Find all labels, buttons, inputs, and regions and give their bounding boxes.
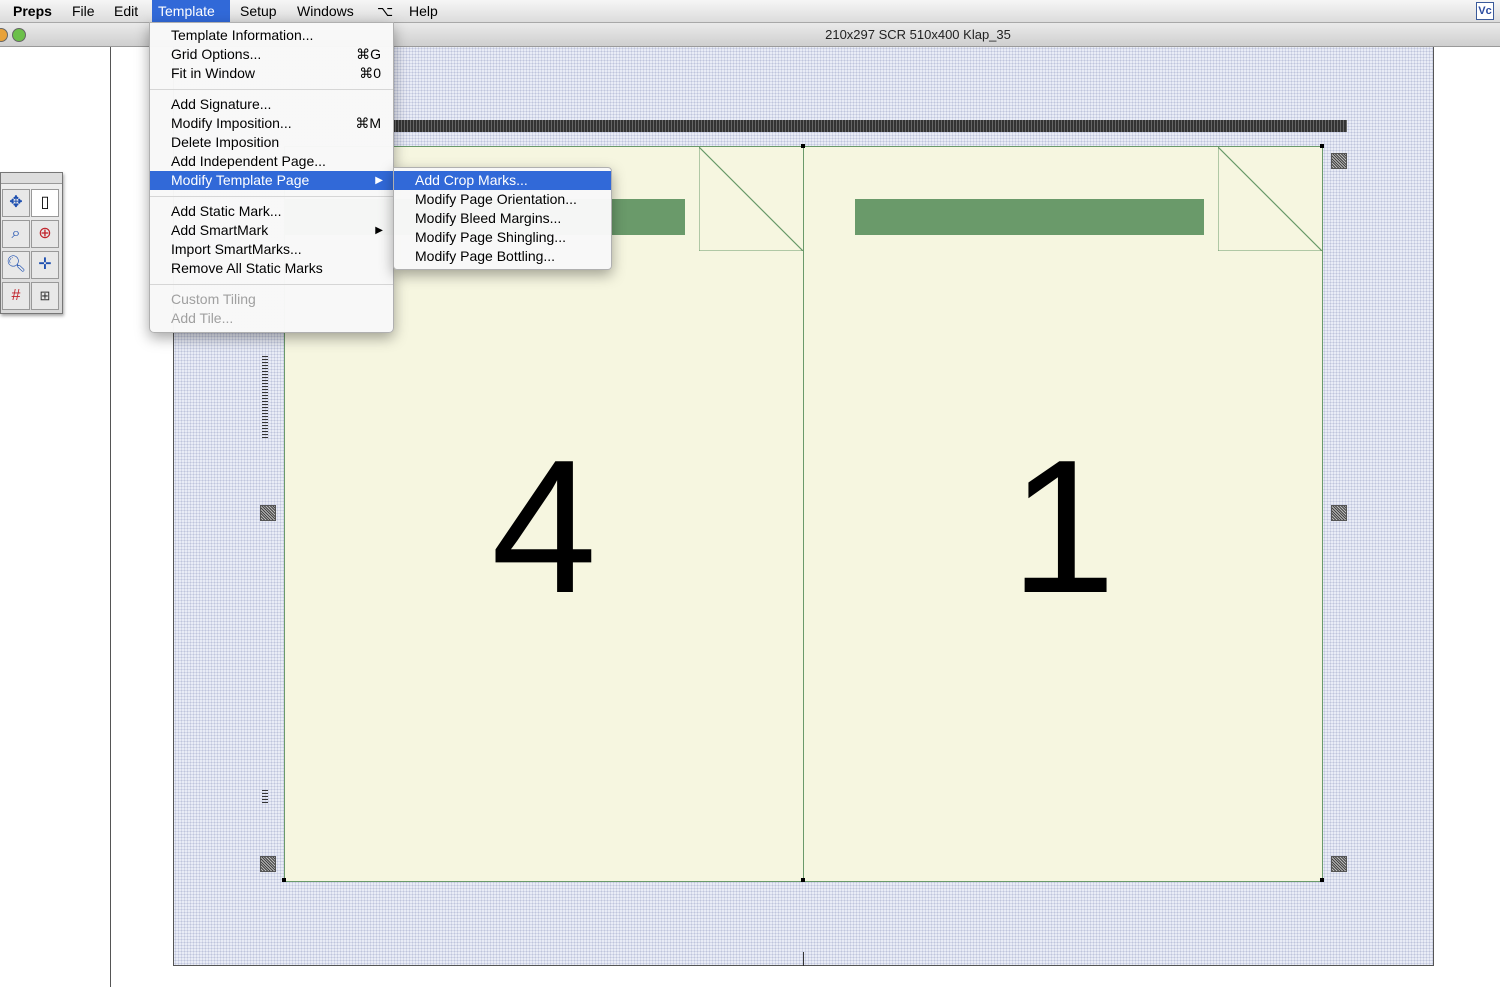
slug-line-mark[interactable] — [262, 790, 268, 804]
menu-item-label: Add Tile... — [171, 310, 234, 326]
template-menu: Template Information... Grid Options... ⌘… — [149, 22, 394, 333]
submenu-arrow-icon: ▶ — [375, 175, 383, 186]
menu-item-label: Modify Template Page — [171, 172, 310, 188]
menu-item-add-signature[interactable]: Add Signature... — [150, 95, 393, 114]
menu-item-modify-imposition[interactable]: Modify Imposition... ⌘M — [150, 114, 393, 133]
page-fold-icon — [699, 147, 803, 251]
menu-item-modify-template-page[interactable]: Modify Template Page ▶ — [150, 171, 393, 190]
crop-tool-icon[interactable]: ✛ — [31, 251, 59, 279]
menu-item-label: Modify Page Orientation... — [415, 191, 577, 207]
submenu-item-modify-page-orientation[interactable]: Modify Page Orientation... — [394, 190, 611, 209]
menu-item-label: Custom Tiling — [171, 291, 256, 307]
color-bar-mark[interactable] — [393, 120, 1347, 132]
template-page-right[interactable]: 1 — [803, 146, 1323, 882]
menu-item-label: Fit in Window — [171, 65, 256, 81]
menu-item-label: Add Static Mark... — [171, 203, 282, 219]
marks-tool-icon[interactable]: ⊞ — [31, 282, 59, 310]
page-fold-icon — [1218, 147, 1322, 251]
menu-item-custom-tiling: Custom Tiling — [150, 290, 393, 309]
menu-item-label: Modify Page Bottling... — [415, 248, 556, 264]
menu-item-label: Add SmartMark — [171, 222, 269, 238]
menu-preps[interactable]: Preps — [7, 0, 58, 22]
palette-grip[interactable] — [1, 173, 62, 184]
menu-item-add-tile: Add Tile... — [150, 309, 393, 328]
menu-item-label: Delete Imposition — [171, 134, 280, 150]
menu-item-label: Add Signature... — [171, 96, 272, 112]
menu-item-label: Grid Options... — [171, 46, 262, 62]
registration-mark[interactable] — [260, 856, 276, 872]
menu-file[interactable]: File — [66, 0, 101, 22]
tool-palette: ✥ ▯ ⌕ ⊕ 🔍︎ ✛ # ⊞ — [0, 172, 63, 314]
zoom-tool-icon[interactable]: ⌕ — [2, 220, 30, 248]
menu-separator — [150, 89, 393, 90]
page-handle[interactable] — [801, 878, 805, 882]
canvas-divider — [110, 47, 111, 987]
menu-item-label: Add Independent Page... — [171, 153, 326, 169]
menu-item-add-smartmark[interactable]: Add SmartMark ▶ — [150, 221, 393, 240]
menu-item-add-static-mark[interactable]: Add Static Mark... — [150, 202, 393, 221]
menu-script[interactable]: ⌥ — [371, 0, 399, 22]
menu-bar: Preps File Edit Template Setup Windows ⌥… — [0, 0, 1500, 23]
menu-item-label: Modify Page Shingling... — [415, 229, 566, 245]
modify-template-page-submenu: Add Crop Marks... Modify Page Orientatio… — [393, 167, 612, 270]
menu-item-label: Import SmartMarks... — [171, 241, 302, 257]
menu-item-label: Add Crop Marks... — [415, 172, 528, 188]
menu-help[interactable]: Help — [403, 0, 444, 22]
target-tool-icon[interactable]: ⊕ — [31, 220, 59, 248]
page-handle[interactable] — [1320, 878, 1324, 882]
menu-item-import-smartmarks[interactable]: Import SmartMarks... — [150, 240, 393, 259]
shortcut-label: ⌘G — [356, 46, 381, 62]
page-number: 4 — [491, 421, 597, 633]
menu-item-label: Template Information... — [171, 27, 314, 43]
menu-item-add-independent-page[interactable]: Add Independent Page... — [150, 152, 393, 171]
submenu-item-modify-page-shingling[interactable]: Modify Page Shingling... — [394, 228, 611, 247]
shortcut-label: ⌘M — [355, 115, 381, 131]
submenu-arrow-icon: ▶ — [375, 225, 383, 236]
page-number: 1 — [1010, 421, 1116, 633]
version-cue-icon[interactable]: Vc — [1476, 2, 1494, 20]
page-handle[interactable] — [1320, 144, 1324, 148]
menu-item-template-information[interactable]: Template Information... — [150, 26, 393, 45]
slug-line-mark[interactable] — [262, 356, 268, 438]
submenu-item-modify-page-bottling[interactable]: Modify Page Bottling... — [394, 247, 611, 266]
submenu-item-add-crop-marks[interactable]: Add Crop Marks... — [394, 171, 611, 190]
page-header-bar — [855, 199, 1204, 235]
menu-setup[interactable]: Setup — [234, 0, 283, 22]
menu-windows[interactable]: Windows — [291, 0, 360, 22]
move-tool-icon[interactable]: ✥ — [2, 189, 30, 217]
registration-mark[interactable] — [1331, 153, 1347, 169]
menu-separator — [150, 284, 393, 285]
page-handle[interactable] — [801, 144, 805, 148]
menu-separator — [150, 196, 393, 197]
registration-mark[interactable] — [260, 505, 276, 521]
menu-item-label: Modify Bleed Margins... — [415, 210, 562, 226]
menu-item-remove-all-static-marks[interactable]: Remove All Static Marks — [150, 259, 393, 278]
menu-item-label: Modify Imposition... — [171, 115, 292, 131]
registration-mark[interactable] — [1331, 505, 1347, 521]
menu-template[interactable]: Template — [152, 0, 230, 22]
center-mark — [803, 952, 804, 966]
grid-tool-icon[interactable]: # — [2, 282, 30, 310]
menu-item-label: Remove All Static Marks — [171, 260, 323, 276]
registration-mark[interactable] — [1331, 856, 1347, 872]
menu-item-delete-imposition[interactable]: Delete Imposition — [150, 133, 393, 152]
page-tool-icon[interactable]: ▯ — [31, 189, 59, 217]
submenu-item-modify-bleed-margins[interactable]: Modify Bleed Margins... — [394, 209, 611, 228]
shortcut-label: ⌘0 — [359, 65, 381, 81]
menu-item-grid-options[interactable]: Grid Options... ⌘G — [150, 45, 393, 64]
menu-edit[interactable]: Edit — [108, 0, 144, 22]
magnify-tool-icon[interactable]: 🔍︎ — [2, 251, 30, 279]
page-handle[interactable] — [282, 878, 286, 882]
menu-item-fit-in-window[interactable]: Fit in Window ⌘0 — [150, 64, 393, 83]
